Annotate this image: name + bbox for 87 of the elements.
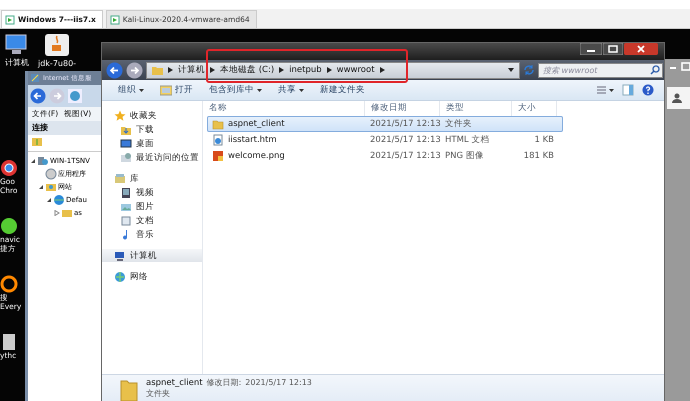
maximize-icon[interactable] — [681, 62, 690, 70]
toolbar-button[interactable]: 共享 — [274, 82, 308, 98]
type-cell-text: PNG 图像 — [444, 150, 485, 162]
icon-label: jdk-7u80- — [38, 59, 76, 68]
nav-item[interactable]: 最近访问的位置 — [102, 151, 202, 164]
chevron-right-icon — [279, 67, 284, 73]
nav-item[interactable]: 库 — [102, 172, 202, 185]
star-icon — [114, 110, 126, 122]
view-options-icon[interactable] — [596, 85, 614, 95]
pane-title: 连接 — [28, 121, 103, 135]
video-icon — [120, 186, 132, 198]
toolbar-button[interactable]: 打开 — [156, 82, 197, 98]
address-bar[interactable]: 计算机 本地磁盘 (C:) inetpub wwwroot — [146, 62, 520, 78]
breadcrumb[interactable]: 本地磁盘 (C:) — [220, 64, 274, 76]
globe-icon[interactable] — [68, 89, 82, 103]
app-icon — [0, 333, 18, 351]
file-type: 文件夹 — [146, 388, 171, 399]
file-row[interactable]: welcome.png 2021/5/17 12:13 PNG 图像 181 KB — [207, 148, 563, 164]
vm-icon — [5, 14, 15, 24]
nav-item[interactable]: 文档 — [102, 214, 202, 227]
library-icon — [114, 172, 126, 184]
nav-item[interactable]: 计算机 — [102, 249, 202, 262]
help-icon[interactable] — [642, 84, 654, 96]
dropdown-arrow-icon[interactable] — [508, 68, 514, 72]
web-page-icon — [212, 134, 224, 146]
size-cell-text: 1 KB — [533, 135, 555, 145]
chevron-right-icon — [210, 67, 215, 73]
date-cell-text: 2021/5/17 12:13 — [369, 151, 441, 161]
file-name[interactable]: welcome.png — [228, 151, 285, 161]
file-name[interactable]: iisstart.htm — [228, 135, 277, 145]
file-row[interactable]: aspnet_client 2021/5/17 12:13 文件夹 — [207, 116, 563, 132]
iis-manager-icon — [30, 73, 40, 83]
collapsed-triangle-icon[interactable] — [54, 210, 60, 216]
icon-label: 计算机 — [5, 57, 29, 68]
globe-icon — [53, 194, 65, 206]
breadcrumb[interactable]: wwwroot — [336, 65, 375, 75]
vm-icon — [110, 14, 120, 24]
chevron-right-icon — [168, 67, 173, 73]
nav-item[interactable]: 桌面 — [102, 137, 202, 150]
nav-item[interactable]: 收藏夹 — [102, 109, 202, 122]
size-cell-text: 181 KB — [522, 151, 555, 161]
expanded-triangle-icon[interactable] — [46, 196, 52, 202]
file-name: aspnet_client — [146, 378, 203, 388]
toolbar-button[interactable]: 新建文件夹 — [316, 82, 369, 98]
folder-icon — [152, 64, 163, 76]
detail-value: 2021/5/17 12:13 — [245, 378, 312, 387]
expanded-triangle-icon[interactable] — [30, 158, 36, 164]
forward-button-icon[interactable] — [126, 62, 143, 78]
image-file-icon — [212, 150, 224, 162]
desktop-icon — [120, 138, 132, 150]
open-window-icon — [160, 84, 172, 96]
minimize-button-icon[interactable] — [580, 43, 602, 55]
toolbar-button[interactable]: 组织 — [114, 82, 148, 98]
user-icon[interactable] — [672, 93, 682, 103]
close-button-icon[interactable] — [624, 43, 658, 55]
search-field[interactable]: 搜索 wwwroot — [538, 62, 663, 78]
file-name[interactable]: aspnet_client — [228, 119, 285, 129]
date-cell-text: 2021/5/17 12:13 — [369, 119, 441, 129]
nav-item[interactable]: 音乐 — [102, 228, 202, 241]
folder-icon — [212, 118, 224, 130]
breadcrumb[interactable]: inetpub — [289, 65, 322, 75]
date-cell-text: 2021/5/17 12:13 — [369, 135, 441, 145]
breadcrumb[interactable]: 计算机 — [178, 64, 205, 76]
document-icon — [120, 214, 132, 226]
server-icon — [37, 154, 49, 166]
type-cell-text: 文件夹 — [444, 118, 473, 130]
toolbar-button[interactable]: 包含到库中 — [205, 82, 266, 98]
detail-label: 修改日期: — [206, 377, 242, 388]
back-button-icon[interactable] — [30, 88, 46, 104]
network-globe-icon — [114, 270, 126, 282]
back-button-icon[interactable] — [106, 62, 123, 78]
nav-item[interactable]: 视频 — [102, 186, 202, 199]
computer-icon — [114, 250, 126, 262]
chevron-right-icon — [326, 67, 332, 73]
nav-item[interactable]: 下载 — [102, 123, 202, 136]
type-cell-text: HTML 文档 — [444, 134, 490, 146]
nav-item[interactable]: 图片 — [102, 200, 202, 213]
ring-app-icon — [0, 275, 18, 293]
expanded-triangle-icon[interactable] — [38, 184, 44, 190]
disc-app-icon — [0, 217, 18, 235]
file-row[interactable]: iisstart.htm 2021/5/17 12:13 HTML 文档 1 KB — [207, 132, 563, 148]
round-app-icon — [0, 159, 18, 177]
maximize-button-icon[interactable] — [603, 43, 623, 55]
java-coffee-icon — [44, 33, 70, 57]
chevron-right-icon — [380, 67, 385, 73]
nav-item[interactable]: 网络 — [102, 270, 202, 283]
folder-up-icon[interactable] — [32, 137, 42, 147]
